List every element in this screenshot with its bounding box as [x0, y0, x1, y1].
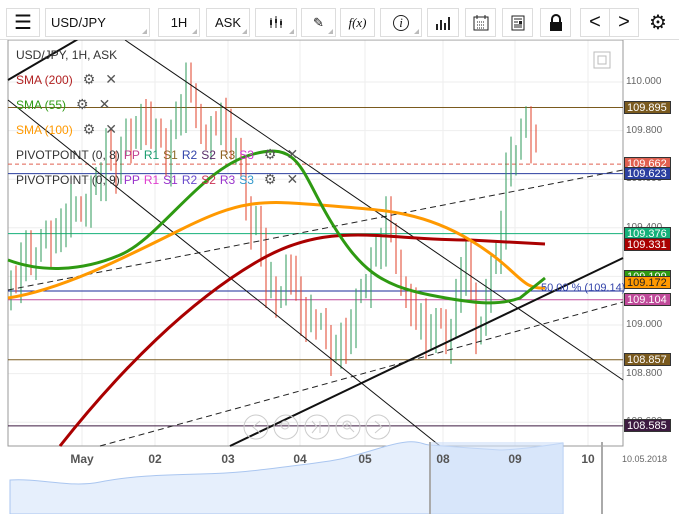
- pivot-level-label: R2: [181, 172, 198, 187]
- arrow-left-icon[interactable]: [243, 414, 269, 440]
- price-label: 108.857: [624, 352, 671, 366]
- price-tick: 110.000: [626, 76, 662, 87]
- pivot-level-label: R1: [143, 147, 160, 162]
- chart-type-button[interactable]: [255, 8, 297, 37]
- arrow-right-icon[interactable]: [365, 414, 391, 440]
- chevron-left-icon: <: [589, 11, 601, 33]
- time-label: 04: [293, 452, 307, 466]
- pivot-level-label: S1: [163, 172, 178, 187]
- calendar-button[interactable]: [465, 8, 496, 37]
- gear-icon: ⚙: [649, 12, 667, 34]
- price-label: 109.331: [624, 237, 671, 251]
- pivot-level-label: S3: [239, 172, 254, 187]
- price-tick: 109.800: [626, 124, 663, 136]
- chart-nav: [243, 414, 391, 440]
- legend-sma-200: SMA (200) ⚙ ✕: [16, 71, 117, 88]
- navigator-window[interactable]: [430, 442, 563, 514]
- time-label: 05: [358, 452, 372, 466]
- time-label: 10: [581, 452, 595, 466]
- info-button[interactable]: i: [380, 8, 422, 37]
- price-tick: 109.000: [626, 319, 663, 330]
- date-label: 10.05.2018: [622, 454, 668, 464]
- legend-sma-55: SMA (55) ⚙ ✕: [16, 96, 110, 113]
- bar-chart-icon: [436, 16, 450, 30]
- pivot-9-label: PIVOTPOINT (0, 9): [16, 172, 120, 187]
- pivot-level-label: R2: [181, 147, 198, 162]
- gear-icon[interactable]: ⚙: [264, 171, 277, 188]
- next-button[interactable]: >: [609, 8, 639, 37]
- calendar-icon: [473, 14, 488, 30]
- legend-sma-100: SMA (100) ⚙ ✕: [16, 121, 117, 138]
- draw-tools-button[interactable]: ✎: [301, 8, 336, 37]
- price-label: 109.895: [624, 100, 671, 114]
- gear-icon[interactable]: ⚙: [83, 121, 96, 138]
- indicators-button[interactable]: f(x): [340, 8, 375, 37]
- symbol-value: USD/JPY: [51, 15, 106, 30]
- zoom-in-icon[interactable]: [335, 414, 361, 440]
- hamburger-icon: ☰: [14, 12, 32, 34]
- sma-200-line: [58, 233, 546, 447]
- pivot-level-label: R1: [143, 172, 160, 187]
- pivot-level-label: S3: [239, 147, 254, 162]
- popout-icon[interactable]: [593, 51, 611, 69]
- legend-pivot-8: PIVOTPOINT (0, 8) PP R1 S1 R2 S2 R3 S3 ⚙ ✕: [16, 146, 298, 163]
- time-label: 03: [221, 452, 235, 466]
- price-label: 109.623: [624, 166, 671, 180]
- close-icon[interactable]: ✕: [286, 146, 298, 163]
- symbol-select[interactable]: USD/JPY: [45, 8, 150, 37]
- gear-icon[interactable]: ⚙: [83, 71, 96, 88]
- gear-icon[interactable]: ⚙: [264, 146, 277, 163]
- fib-label: 50.00 % (109.14): [541, 282, 625, 294]
- menu-button[interactable]: ☰: [6, 8, 40, 37]
- price-side-value: ASK: [214, 15, 241, 30]
- time-label: May: [70, 452, 94, 466]
- toolbar: ☰ USD/JPY 1H ASK ✎ f(x) i < > ⚙: [0, 0, 679, 40]
- pivot-level-label: PP: [123, 147, 140, 162]
- report-icon: [511, 15, 524, 30]
- pivot-level-label: R3: [219, 172, 236, 187]
- lock-icon: [549, 13, 562, 31]
- pivot-level-label: R3: [219, 147, 236, 162]
- time-label: 02: [148, 452, 162, 466]
- settings-button[interactable]: ⚙: [645, 8, 671, 37]
- time-label: 09: [508, 452, 522, 466]
- price-side-select[interactable]: ASK: [206, 8, 250, 37]
- report-button[interactable]: [502, 8, 533, 37]
- pencil-icon: ✎: [313, 14, 324, 30]
- close-icon[interactable]: ✕: [105, 121, 117, 138]
- timeframe-value: 1H: [170, 15, 188, 30]
- info-icon: i: [393, 14, 409, 31]
- close-icon[interactable]: ✕: [286, 171, 298, 188]
- legend-title: USD/JPY, 1H, ASK: [16, 48, 118, 62]
- pivot-8-label: PIVOTPOINT (0, 8): [16, 147, 120, 162]
- volume-button[interactable]: [427, 8, 459, 37]
- sma-55-label: SMA (55): [16, 97, 67, 112]
- price-tick: 108.800: [626, 367, 663, 379]
- pivot-level-label: S2: [201, 172, 216, 187]
- sma-100-label: SMA (100): [16, 122, 73, 137]
- price-label: 109.104: [624, 292, 671, 306]
- pivot-level-label: S1: [163, 147, 178, 162]
- pivot-level-label: PP: [123, 172, 140, 187]
- close-icon[interactable]: ✕: [99, 96, 111, 113]
- price-label: 109.172: [624, 276, 671, 290]
- trendline-dashed-upper: [7, 169, 624, 291]
- function-icon: f(x): [348, 14, 367, 30]
- candlestick-icon: [270, 15, 282, 28]
- gear-icon[interactable]: ⚙: [76, 96, 89, 113]
- time-label: 08: [436, 452, 450, 466]
- prev-button[interactable]: <: [580, 8, 610, 37]
- legend-pivot-9: PIVOTPOINT (0, 9) PP R1 S1 R2 S2 R3 S3 ⚙ ✕: [16, 171, 298, 188]
- price-label: 108.585: [624, 418, 671, 432]
- timeframe-select[interactable]: 1H: [158, 8, 200, 37]
- sma-200-label: SMA (200): [16, 72, 73, 87]
- pivot-level-label: S2: [201, 147, 216, 162]
- lock-button[interactable]: [540, 8, 571, 37]
- chevron-right-icon: >: [618, 11, 630, 33]
- close-icon[interactable]: ✕: [105, 71, 117, 88]
